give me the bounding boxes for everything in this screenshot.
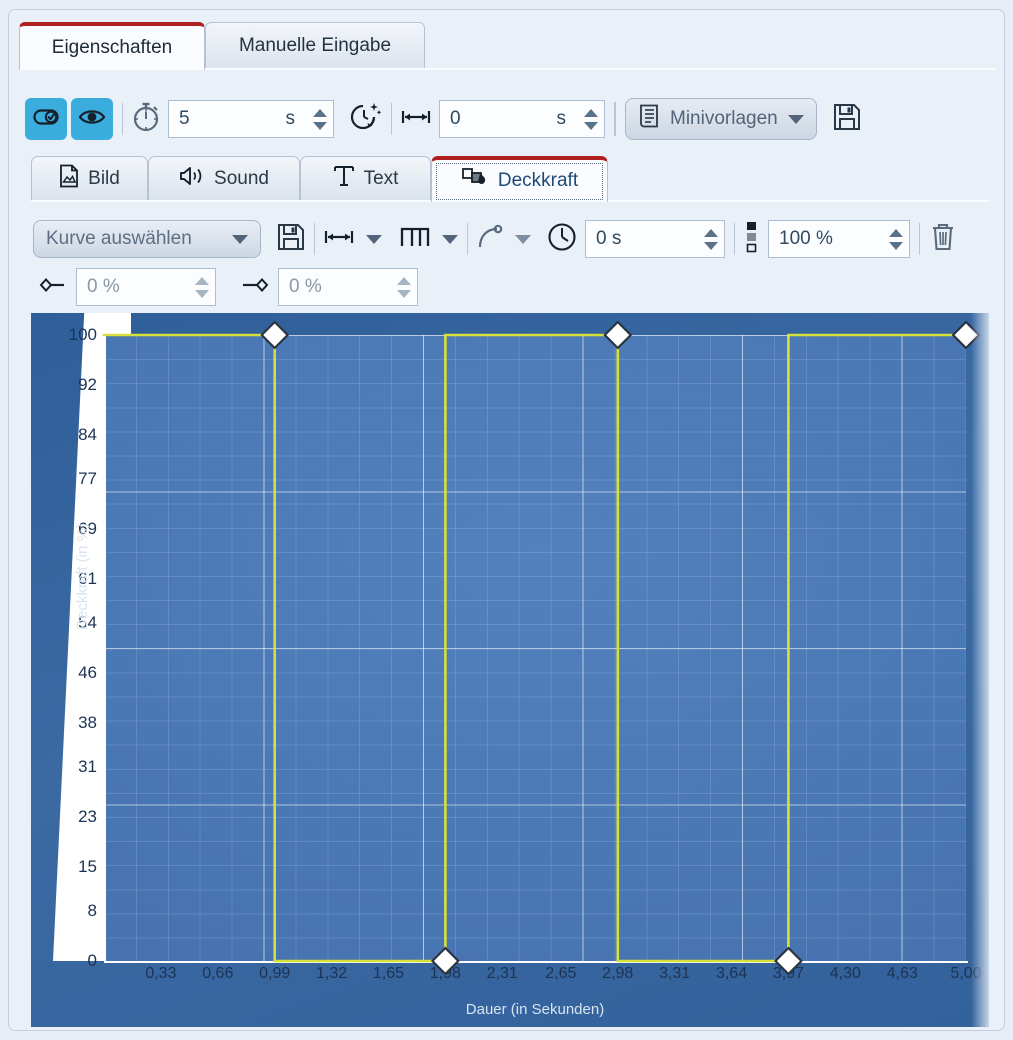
in-handle-stepper[interactable] — [195, 269, 209, 305]
stepper-up-icon[interactable] — [704, 229, 718, 237]
stepper-up-icon[interactable] — [584, 109, 598, 117]
time-value[interactable]: 0 s — [586, 228, 621, 250]
curve-select-label: Kurve auswählen — [46, 228, 192, 250]
chart-right-fade — [971, 313, 989, 1027]
delay-unit: s — [557, 108, 567, 130]
opacity-value[interactable]: 100 % — [769, 228, 833, 250]
keyframe-marker[interactable] — [775, 948, 801, 974]
out-handle-stepper[interactable] — [397, 269, 411, 305]
tab-bild[interactable]: Bild — [31, 156, 148, 200]
curve-toolbar-separator-4 — [919, 223, 920, 255]
arrow-span-icon — [401, 108, 431, 131]
handle-left-icon — [39, 277, 67, 298]
opacity-curve-chart[interactable]: 100928477696154463831231580 0,330,660,99… — [31, 313, 989, 1027]
minivorlagen-button[interactable]: Minivorlagen — [625, 98, 817, 140]
tab-eigenschaften[interactable]: Eigenschaften — [19, 22, 205, 70]
duration-unit: s — [286, 108, 296, 130]
text-t-icon — [333, 164, 355, 194]
curve-select-dropdown[interactable]: Kurve auswählen — [33, 220, 261, 258]
stepper-down-icon[interactable] — [195, 290, 209, 298]
stepper-up-icon[interactable] — [195, 277, 209, 285]
toggle-visibility-button[interactable] — [71, 98, 113, 140]
delay-spinner[interactable]: 0 s — [439, 100, 605, 138]
tab-sound[interactable]: Sound — [148, 156, 300, 200]
time-stepper[interactable] — [704, 221, 718, 257]
time-spinner[interactable]: 0 s — [585, 220, 725, 258]
value-spinner[interactable]: 100 % — [768, 220, 910, 258]
delay-value[interactable]: 0 — [440, 108, 461, 130]
keyframe-marker[interactable] — [432, 948, 458, 974]
stepper-down-icon[interactable] — [313, 122, 327, 130]
curve-toolbar: Kurve auswählen — [33, 216, 993, 262]
tab-text[interactable]: Text — [300, 156, 431, 200]
save-button[interactable] — [833, 103, 861, 136]
step-tool-button[interactable] — [400, 224, 430, 255]
span-tool-chevron-down-icon[interactable] — [366, 235, 382, 244]
stepper-down-icon[interactable] — [584, 122, 598, 130]
minivorlagen-label: Minivorlagen — [670, 108, 778, 130]
curve-save-button[interactable] — [277, 223, 305, 256]
tab-manuelle-eingabe-label: Manuelle Eingabe — [239, 35, 391, 57]
handle-toolbar: 0 % 0 % — [39, 267, 459, 307]
eye-icon — [78, 107, 106, 132]
tab-eigenschaften-label: Eigenschaften — [52, 37, 172, 59]
handle-right-icon — [241, 277, 269, 298]
stepper-up-icon[interactable] — [313, 109, 327, 117]
speaker-icon — [179, 165, 205, 193]
keyframe-markers[interactable] — [262, 322, 979, 974]
in-handle-spinner[interactable]: 0 % — [76, 268, 216, 306]
tab-deckkraft-label: Deckkraft — [498, 170, 578, 192]
stopwatch-icon — [132, 102, 160, 137]
out-handle-value[interactable]: 0 % — [279, 276, 322, 298]
main-toolbar: 5 s — [25, 94, 990, 144]
trash-icon[interactable] — [929, 222, 957, 257]
stepper-down-icon[interactable] — [889, 242, 903, 250]
image-file-icon — [59, 164, 79, 194]
curve-toolbar-separator-1 — [314, 223, 315, 255]
duration-value[interactable]: 5 — [169, 108, 190, 130]
delay-stepper[interactable] — [584, 101, 598, 137]
tab-manuelle-eingabe[interactable]: Manuelle Eingabe — [205, 22, 425, 68]
toolbar-separator-1 — [122, 103, 123, 135]
keyframe-marker[interactable] — [605, 322, 631, 348]
clock-icon — [547, 222, 577, 257]
span-tool-button[interactable] — [324, 228, 354, 251]
chevron-down-icon[interactable] — [788, 115, 804, 124]
duration-stepper[interactable] — [313, 101, 327, 137]
in-handle-value[interactable]: 0 % — [77, 276, 120, 298]
toolbar-separator-3 — [614, 102, 616, 136]
duration-spinner[interactable]: 5 s — [168, 100, 334, 138]
opacity-steps-icon — [744, 220, 758, 259]
keyframe-marker[interactable] — [262, 322, 288, 348]
template-list-icon — [638, 104, 660, 134]
stepper-down-icon[interactable] — [397, 290, 411, 298]
stepper-up-icon[interactable] — [397, 277, 411, 285]
toggle-check-button[interactable] — [25, 98, 67, 140]
toolbar-separator-2 — [391, 103, 392, 135]
toggle-check-icon — [33, 108, 59, 131]
panel-frame: Eigenschaften Manuelle Eingabe — [8, 9, 1005, 1031]
opacity-curve-line[interactable] — [104, 335, 966, 961]
spline-tool-chevron-down-icon[interactable] — [515, 235, 531, 244]
curve-toolbar-separator-2 — [467, 223, 468, 255]
step-tool-chevron-down-icon[interactable] — [442, 235, 458, 244]
value-stepper[interactable] — [889, 221, 903, 257]
curve-svg — [31, 313, 989, 1027]
clock-reset-icon[interactable] — [348, 101, 382, 138]
spline-tool-button[interactable] — [477, 224, 503, 255]
opacity-icon — [461, 166, 489, 196]
tab-bild-label: Bild — [88, 168, 120, 190]
tab-text-label: Text — [364, 168, 399, 190]
curve-toolbar-separator-3 — [734, 223, 735, 255]
chevron-down-icon[interactable] — [232, 235, 248, 244]
tab-deckkraft[interactable]: Deckkraft — [431, 156, 608, 202]
stepper-down-icon[interactable] — [704, 242, 718, 250]
out-handle-spinner[interactable]: 0 % — [278, 268, 418, 306]
stepper-up-icon[interactable] — [889, 229, 903, 237]
application-window: Eigenschaften Manuelle Eingabe — [0, 0, 1013, 1040]
tab-sound-label: Sound — [214, 168, 269, 190]
